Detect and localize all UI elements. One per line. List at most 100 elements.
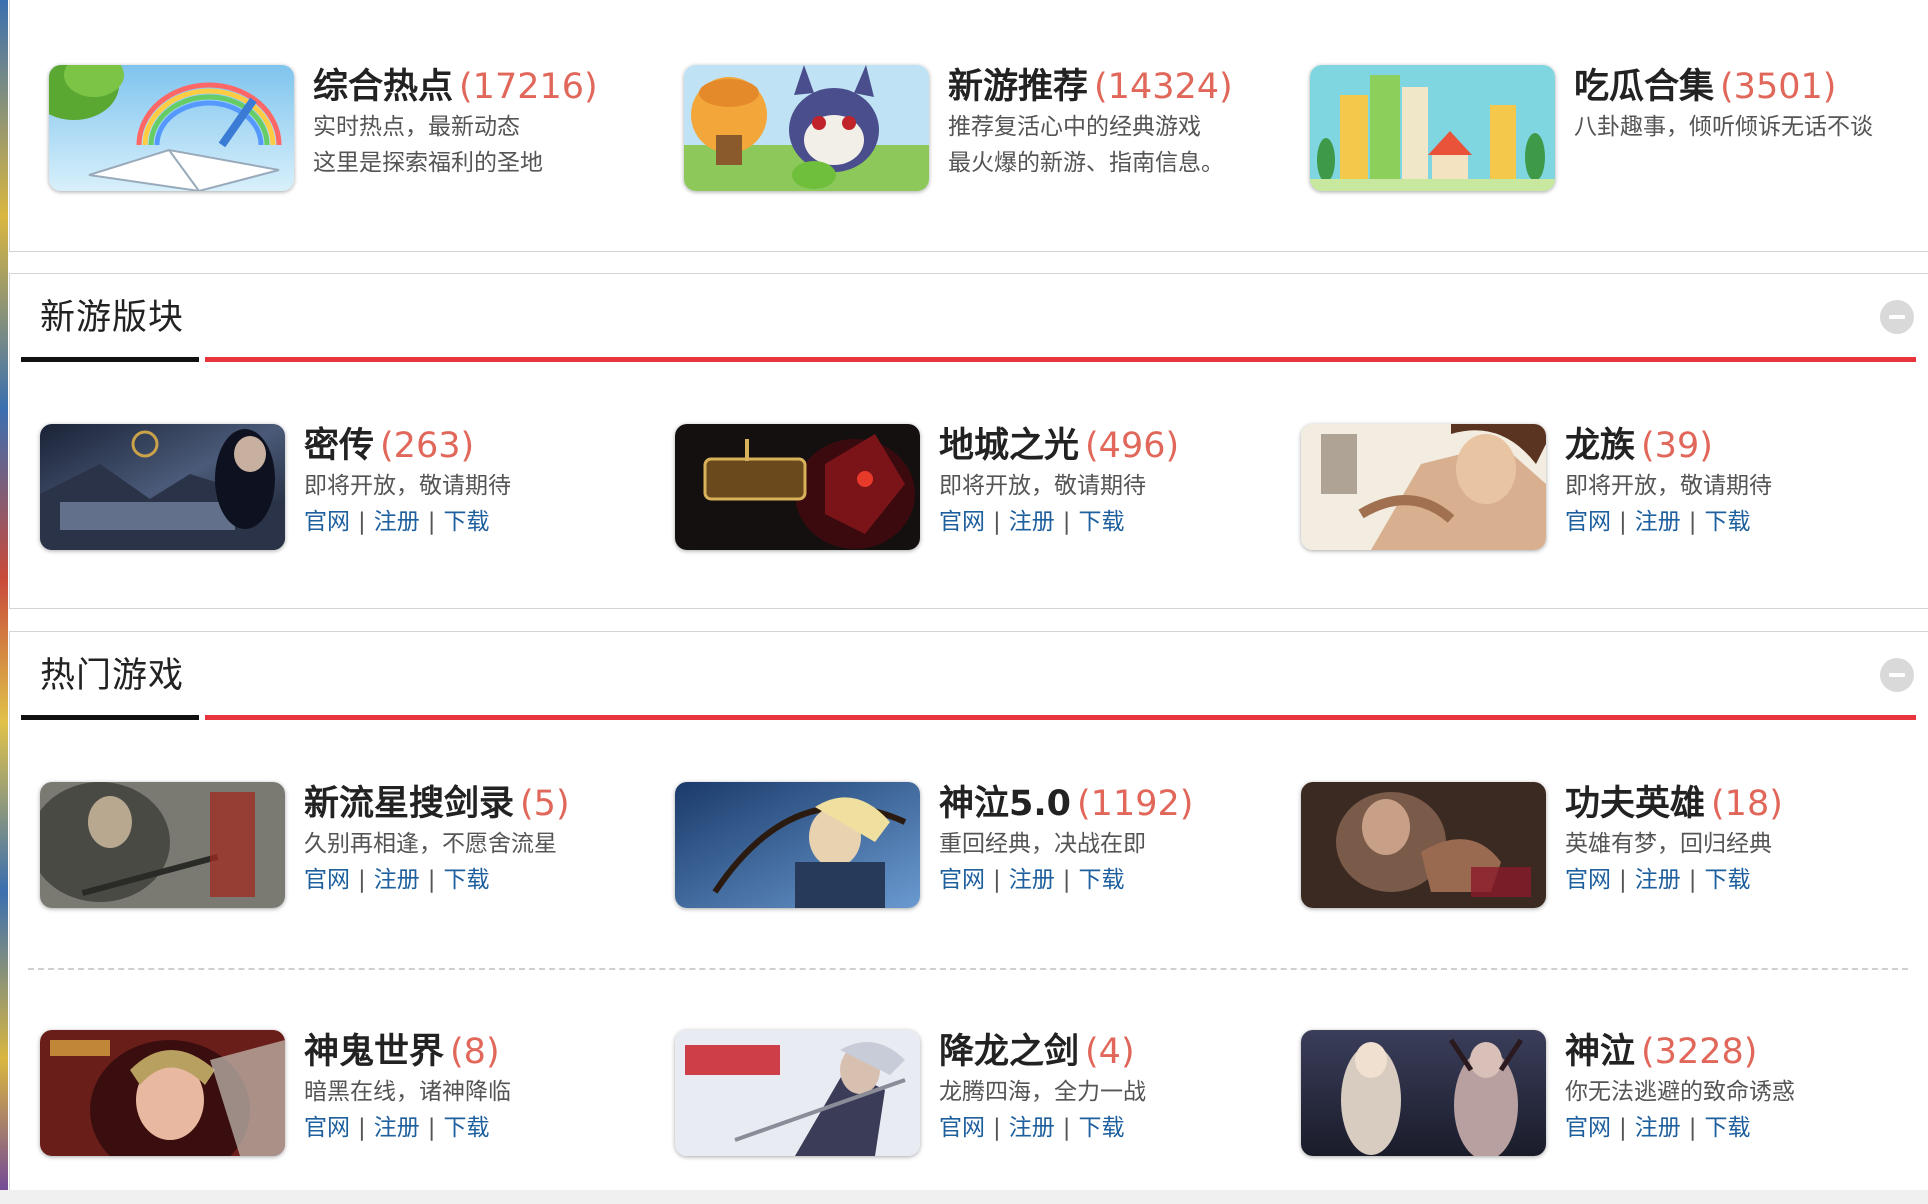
category-card: 新游推荐 (14324) 推荐复活心中的经典游戏 最火爆的新游、指南信息。: [684, 65, 1304, 191]
xianglong-banner[interactable]: [675, 1030, 920, 1156]
game-links: 官网 | 注册 | 下载: [304, 862, 664, 898]
post-count: (18): [1711, 784, 1783, 824]
official-site-link[interactable]: 官网: [1565, 867, 1611, 893]
game-name[interactable]: 龙族: [1565, 426, 1635, 466]
official-site-link[interactable]: 官网: [1565, 1115, 1611, 1141]
download-link[interactable]: 下载: [444, 1115, 490, 1141]
category-name[interactable]: 综合热点: [313, 67, 453, 107]
zhushen-fuhuo-banner[interactable]: [40, 424, 285, 550]
category-name[interactable]: 吃瓜合集: [1574, 67, 1714, 107]
section-header: 热门游戏: [10, 632, 1928, 722]
download-link[interactable]: 下载: [1079, 867, 1125, 893]
official-site-link[interactable]: 官网: [304, 1115, 350, 1141]
download-link[interactable]: 下载: [1705, 509, 1751, 535]
link-separator: |: [1688, 509, 1697, 535]
forum-category-section: 综合热点 (17216) 实时热点，最新动态 这里是探索福利的圣地 新游推荐 (…: [9, 0, 1928, 252]
game-name[interactable]: 密传: [304, 426, 374, 466]
game-name[interactable]: 神泣5.0: [939, 784, 1071, 824]
game-desc: 重回经典，决战在即: [939, 831, 1146, 857]
post-count: (3501): [1720, 67, 1837, 107]
link-separator: |: [1062, 509, 1071, 535]
link-separator: |: [358, 867, 366, 893]
game-links: 官网 | 注册 | 下载: [304, 504, 664, 540]
register-link[interactable]: 注册: [1009, 1115, 1055, 1141]
download-link[interactable]: 下载: [1705, 1115, 1751, 1141]
post-count: (3228): [1641, 1032, 1758, 1072]
link-separator: |: [1688, 867, 1697, 893]
gongfu-banner[interactable]: [1301, 782, 1546, 908]
game-links: 官网 | 注册 | 下载: [1565, 504, 1925, 540]
official-site-link[interactable]: 官网: [304, 867, 350, 893]
game-desc: 暗黑在线，诸神降临: [304, 1079, 511, 1105]
game-card: 龙族 (39) 即将开放，敬请期待 官网 | 注册 | 下载: [1301, 424, 1921, 550]
shenqi5-banner[interactable]: [675, 782, 920, 908]
link-separator: |: [1062, 1115, 1071, 1141]
collapse-icon[interactable]: [1880, 658, 1914, 692]
shenqi-banner[interactable]: [1301, 1030, 1546, 1156]
register-link[interactable]: 注册: [1635, 1115, 1681, 1141]
game-desc: 你无法逃避的致命诱惑: [1565, 1079, 1795, 1105]
game-card: 降龙之剑 (4) 龙腾四海，全力一战 官网 | 注册 | 下载: [675, 1030, 1295, 1156]
game-name[interactable]: 地城之光: [939, 426, 1079, 466]
register-link[interactable]: 注册: [374, 867, 420, 893]
link-separator: |: [358, 1115, 366, 1141]
download-link[interactable]: 下载: [444, 867, 490, 893]
tab-underline-active: [21, 715, 199, 720]
official-site-link[interactable]: 官网: [1565, 509, 1611, 535]
row-divider: [28, 968, 1908, 970]
dicheng-zhiguang-banner[interactable]: [675, 424, 920, 550]
post-count: (496): [1085, 426, 1180, 466]
official-site-link[interactable]: 官网: [304, 509, 350, 535]
register-link[interactable]: 注册: [374, 509, 420, 535]
section-title: 新游版块: [40, 298, 185, 338]
download-link[interactable]: 下载: [444, 509, 490, 535]
game-links: 官网 | 注册 | 下载: [939, 504, 1299, 540]
link-separator: |: [1062, 867, 1071, 893]
official-site-link[interactable]: 官网: [939, 1115, 985, 1141]
city-buildings-image[interactable]: [1310, 65, 1555, 191]
collapse-icon[interactable]: [1880, 300, 1914, 334]
register-link[interactable]: 注册: [1635, 867, 1681, 893]
post-count: (5): [520, 784, 570, 824]
official-site-link[interactable]: 官网: [939, 509, 985, 535]
longzu-banner[interactable]: [1301, 424, 1546, 550]
category-name[interactable]: 新游推荐: [948, 67, 1088, 107]
link-separator: |: [1619, 1115, 1627, 1141]
game-links: 官网 | 注册 | 下载: [1565, 1110, 1925, 1146]
section-title: 热门游戏: [40, 656, 185, 696]
download-link[interactable]: 下载: [1079, 509, 1125, 535]
game-name[interactable]: 新流星搜剑录: [304, 784, 514, 824]
link-separator: |: [1619, 867, 1627, 893]
game-name[interactable]: 功夫英雄: [1565, 784, 1705, 824]
post-count: (14324): [1094, 67, 1233, 107]
game-desc: 即将开放，敬请期待: [939, 473, 1146, 499]
hot-games-section: 热门游戏 新流星搜剑录(5) 久别再相逢，不愿舍流星 官网 | 注册 | 下载: [9, 631, 1928, 1204]
game-card: 地城之光 (496) 即将开放，敬请期待 官网 | 注册 | 下载: [675, 424, 1295, 550]
register-link[interactable]: 注册: [1009, 509, 1055, 535]
game-name[interactable]: 神鬼世界: [304, 1032, 444, 1072]
register-link[interactable]: 注册: [1635, 509, 1681, 535]
liuxing-banner[interactable]: [40, 782, 285, 908]
category-desc: 推荐复活心中的经典游戏: [948, 114, 1201, 140]
left-edge-decoration: [0, 0, 8, 1204]
post-count: (8): [450, 1032, 500, 1072]
download-link[interactable]: 下载: [1079, 1115, 1125, 1141]
download-link[interactable]: 下载: [1705, 867, 1751, 893]
link-separator: |: [427, 867, 436, 893]
category-desc: 八卦趣事，倾听倾诉无话不谈: [1574, 114, 1873, 140]
link-separator: |: [1688, 1115, 1697, 1141]
register-link[interactable]: 注册: [374, 1115, 420, 1141]
game-card: 密传 (263) 即将开放，敬请期待 官网 | 注册 | 下载: [40, 424, 660, 550]
game-name[interactable]: 降龙之剑: [939, 1032, 1079, 1072]
cartoon-wolf-image[interactable]: [684, 65, 929, 191]
link-separator: |: [993, 867, 1001, 893]
official-site-link[interactable]: 官网: [939, 867, 985, 893]
game-desc: 即将开放，敬请期待: [1565, 473, 1772, 499]
page-bottom-edge: [0, 1190, 1928, 1204]
link-separator: |: [427, 1115, 436, 1141]
shengui-banner[interactable]: [40, 1030, 285, 1156]
book-rainbow-image[interactable]: [49, 65, 294, 191]
game-links: 官网 | 注册 | 下载: [939, 862, 1299, 898]
register-link[interactable]: 注册: [1009, 867, 1055, 893]
game-name[interactable]: 神泣: [1565, 1032, 1635, 1072]
